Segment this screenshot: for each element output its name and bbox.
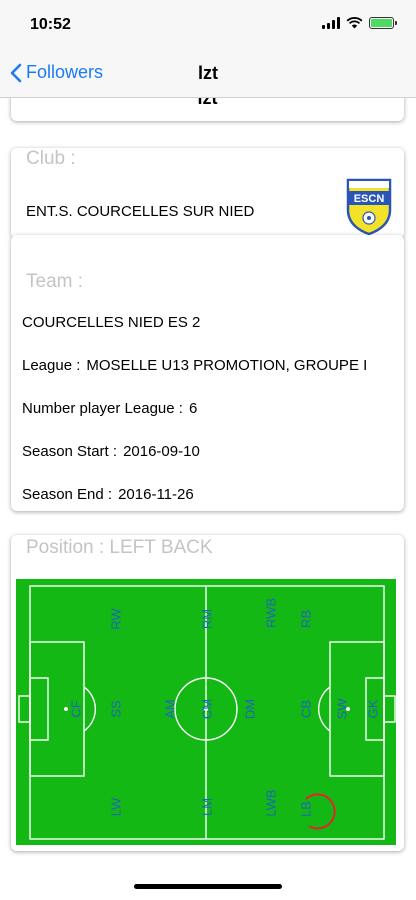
club-label: Club : xyxy=(26,148,76,169)
position-label-lm: LM xyxy=(200,798,215,816)
signal-icon xyxy=(322,17,340,29)
season-end-value: 2016-11-26 xyxy=(118,486,194,503)
page-title: lzt xyxy=(198,63,218,83)
season-start-value: 2016-09-10 xyxy=(123,443,200,460)
previous-card: lzt xyxy=(11,98,404,121)
status-bar: 10:52 xyxy=(0,0,416,50)
scroll-content[interactable]: lzt Club : ENT.S. COURCELLES SUR NIED ES… xyxy=(0,98,416,874)
position-label-rwb: RWB xyxy=(264,598,279,628)
season-start-row: Season Start : 2016-09-10 xyxy=(22,443,200,460)
team-label: Team : xyxy=(26,271,84,292)
position-label-lwb: LWB xyxy=(264,789,279,816)
club-card: Club : ENT.S. COURCELLES SUR NIED ESCN xyxy=(11,148,404,239)
club-name: ENT.S. COURCELLES SUR NIED xyxy=(26,203,255,220)
season-start-label: Season Start : xyxy=(22,443,118,460)
team-card: Team : COURCELLES NIED ES 2 League : MOSE… xyxy=(11,235,404,511)
players-label: Number player League : xyxy=(22,400,183,417)
previous-card-text: lzt xyxy=(197,98,218,108)
position-label-cm: CM xyxy=(200,699,215,719)
players-value: 6 xyxy=(188,400,198,417)
wifi-icon xyxy=(346,17,363,29)
position-label-gk: GK xyxy=(366,699,381,718)
team-name-value: COURCELLES NIED ES 2 xyxy=(22,314,201,331)
position-label-rw: RW xyxy=(109,608,124,630)
position-label-rb: RB xyxy=(299,610,314,628)
position-label-cb: CB xyxy=(299,700,314,718)
position-label-cf: CF xyxy=(69,700,84,717)
club-badge-text: ESCN xyxy=(354,193,385,205)
status-time: 10:52 xyxy=(30,16,71,33)
position-label: Position : LEFT BACK xyxy=(26,537,213,558)
club-badge-icon: ESCN xyxy=(346,178,392,236)
players-row: Number player League : 6 xyxy=(22,400,197,417)
league-row: League : MOSELLE U13 PROMOTION, GROUPE I xyxy=(22,357,367,374)
position-label-am: AM xyxy=(163,699,178,719)
navigation-bar: Followers lzt xyxy=(0,50,416,98)
position-label-lb: LB xyxy=(299,801,314,817)
football-pitch: RW RM RWB RB CF SS AM CM DM CB SW GK LW … xyxy=(16,579,396,845)
position-card: Position : LEFT BACK RW RM RWB RB CF SS … xyxy=(11,535,404,851)
season-end-label: Season End : xyxy=(22,486,113,503)
position-label-rm: RM xyxy=(200,609,215,629)
league-label: League : xyxy=(22,357,81,374)
season-end-row: Season End : 2016-11-26 xyxy=(22,486,194,503)
home-indicator[interactable] xyxy=(134,884,282,889)
team-name: COURCELLES NIED ES 2 xyxy=(22,314,200,331)
league-value: MOSELLE U13 PROMOTION, GROUPE I xyxy=(86,357,368,374)
battery-icon xyxy=(369,17,397,29)
position-label-sw: SW xyxy=(335,698,350,720)
position-label-lw: LW xyxy=(109,797,124,816)
position-label-dm: DM xyxy=(243,699,258,719)
status-icons xyxy=(322,17,397,29)
position-label-ss: SS xyxy=(109,700,124,718)
